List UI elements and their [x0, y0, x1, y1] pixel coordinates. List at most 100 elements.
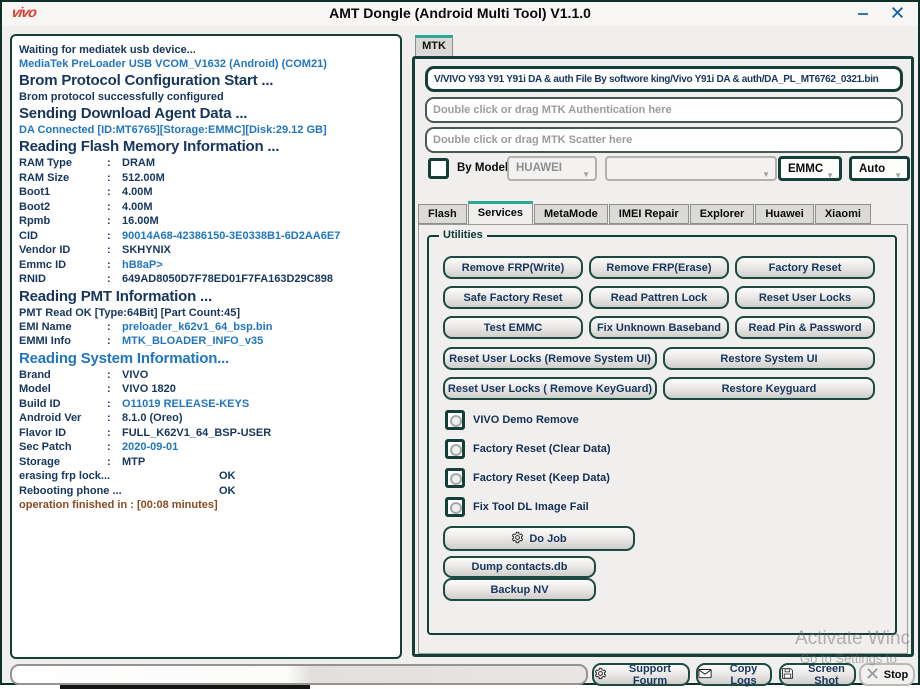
reset-user-locks-remove-keyguard-button[interactable]: Reset User Locks ( Remove KeyGuard) — [443, 377, 657, 400]
close-button[interactable] — [886, 6, 908, 24]
restore-keyguard-button[interactable]: Restore Keyguard — [663, 377, 875, 400]
factory-reset-clear-data-label: Factory Reset (Clear Data) — [473, 443, 611, 455]
log-line: RNID:649AD8050D7F78ED01F7FA163D29C898 — [19, 272, 396, 287]
tab-metamode[interactable]: MetaMode — [534, 204, 608, 224]
log-line: Waiting for mediatek usb device... — [19, 43, 396, 57]
remove-frp-write-button[interactable]: Remove FRP(Write) — [443, 256, 583, 279]
fix-unknown-baseband-button[interactable]: Fix Unknown Baseband — [589, 316, 729, 339]
log-line: RAM Type:DRAM — [19, 156, 396, 171]
log-line: Storage:MTP — [19, 455, 396, 470]
by-model-label: By Model — [457, 162, 508, 174]
remove-frp-erase-button[interactable]: Remove FRP(Erase) — [589, 256, 729, 279]
log-line: EMMI Info:MTK_BLOADER_INFO_v35 — [19, 334, 396, 349]
tab-explorer[interactable]: Explorer — [690, 204, 755, 224]
fix-tool-dl-image-fail-checkbox[interactable] — [445, 497, 465, 517]
test-emmc-button[interactable]: Test EMMC — [443, 316, 583, 339]
tab-strip: Flash Services MetaMode IMEI Repair Expl… — [418, 202, 872, 224]
read-pattern-lock-button[interactable]: Read Pattren Lock — [589, 286, 729, 309]
factory-reset-button[interactable]: Factory Reset — [735, 256, 875, 279]
restore-system-ui-button[interactable]: Restore System UI — [663, 347, 875, 370]
utilities-group-label: Utilities — [439, 229, 487, 241]
log-line: CID:90014A68-42386150-3E0338B1-6D2AA6E7 — [19, 229, 396, 244]
reset-user-locks-button[interactable]: Reset User Locks — [735, 286, 875, 309]
mtk-panel: By Model HUAWEI ▼ ▼ EMMC ▼ Auto ▼ Flash … — [412, 56, 914, 657]
log-line: Model:VIVO 1820 — [19, 382, 396, 397]
chevron-down-icon: ▼ — [826, 166, 834, 186]
mode-select[interactable]: Auto ▼ — [849, 156, 910, 181]
log-line: Rpmb:16.00M — [19, 214, 396, 229]
storage-select[interactable]: EMMC ▼ — [778, 156, 842, 181]
activate-windows-watermark: Activate Winc — [795, 628, 910, 650]
tab-imei-repair[interactable]: IMEI Repair — [609, 204, 689, 224]
log-line: Brand:VIVO — [19, 368, 396, 383]
safe-factory-reset-button[interactable]: Safe Factory Reset — [443, 286, 583, 309]
log-line: Brom Protocol Configuration Start ... — [19, 71, 396, 90]
log-line: RAM Size:512.00M — [19, 171, 396, 186]
tab-mtk[interactable]: MTK — [415, 35, 453, 56]
floppy-disk-icon — [781, 667, 794, 683]
vivo-demo-remove-checkbox[interactable] — [445, 410, 465, 430]
log-line: Boot1:4.00M — [19, 185, 396, 200]
envelope-icon — [698, 667, 712, 682]
log-line: EMI Name:preloader_k62v1_64_bsp.bin — [19, 320, 396, 335]
dump-contacts-button[interactable]: Dump contacts.db — [443, 556, 596, 578]
minimize-icon — [856, 6, 870, 25]
log-line: Android Ver:8.1.0 (Oreo) — [19, 411, 396, 426]
reset-user-locks-remove-systemui-button[interactable]: Reset User Locks (Remove System UI) — [443, 347, 657, 370]
screenshot-button[interactable]: Screen Shot — [779, 663, 856, 686]
app-window: vivo AMT Dongle (Android Multi Tool) V1.… — [0, 0, 920, 685]
backup-nv-button[interactable]: Backup NV — [443, 578, 596, 601]
tab-services[interactable]: Services — [468, 201, 533, 224]
taskbar-edge — [60, 685, 310, 689]
utilities-group: Utilities Remove FRP(Write) Remove FRP(E… — [427, 235, 897, 635]
log-line: Brom protocol successfully configured — [19, 90, 396, 104]
tab-xiaomi[interactable]: Xiaomi — [815, 204, 871, 224]
read-pin-password-button[interactable]: Read Pin & Password — [735, 316, 875, 339]
log-line: DA Connected [ID:MT6765][Storage:EMMC][D… — [19, 123, 396, 137]
minimize-button[interactable] — [852, 6, 874, 24]
log-line: operation finished in : [00:08 minutes] — [19, 498, 396, 512]
fix-tool-dl-image-fail-label: Fix Tool DL Image Fail — [473, 501, 589, 513]
log-line: MediaTek PreLoader USB VCOM_V1632 (Andro… — [19, 57, 396, 71]
tab-flash[interactable]: Flash — [418, 204, 467, 224]
factory-reset-keep-data-label: Factory Reset (Keep Data) — [473, 472, 610, 484]
app-title: AMT Dongle (Android Multi Tool) V1.1.0 — [2, 5, 918, 21]
brand-select[interactable]: HUAWEI ▼ — [507, 156, 597, 181]
log-line: Reading System Information... — [19, 349, 396, 368]
log-line: Sec Patch:2020-09-01 — [19, 440, 396, 455]
log-line: erasing frp lock...OK — [19, 469, 396, 484]
log-line: Vendor ID:SKHYNIX — [19, 243, 396, 258]
factory-reset-clear-data-checkbox[interactable] — [445, 439, 465, 459]
stop-button[interactable]: Stop — [859, 663, 915, 686]
da-file-input[interactable] — [425, 66, 903, 92]
log-line: Build ID:O11019 RELEASE-KEYS — [19, 397, 396, 412]
log-line: PMT Read OK [Type:64Bit] [Part Count:45] — [19, 306, 396, 320]
scatter-file-input[interactable] — [425, 127, 903, 153]
log-line: Emmc ID:hB8aP> — [19, 258, 396, 273]
title-bar: vivo AMT Dongle (Android Multi Tool) V1.… — [2, 2, 918, 26]
log-line: Rebooting phone ...OK — [19, 484, 396, 499]
log-line: Flavor ID:FULL_K62V1_64_BSP-USER — [19, 426, 396, 441]
services-tab-content: Utilities Remove FRP(Write) Remove FRP(E… — [418, 224, 908, 654]
chevron-down-icon: ▼ — [762, 165, 770, 185]
model-select[interactable]: ▼ — [605, 156, 777, 181]
x-icon — [866, 667, 879, 683]
log-line: Boot2:4.00M — [19, 200, 396, 215]
support-forum-button[interactable]: Support Fourm — [592, 663, 690, 686]
log-line: Sending Download Agent Data ... — [19, 104, 396, 123]
progress-bar — [10, 664, 588, 685]
auth-file-input[interactable] — [425, 97, 903, 123]
log-panel: Waiting for mediatek usb device... Media… — [10, 34, 402, 659]
log-line: Reading PMT Information ... — [19, 287, 396, 306]
log-line: Reading Flash Memory Information ... — [19, 137, 396, 156]
by-model-checkbox[interactable] — [428, 158, 449, 179]
tab-huawei[interactable]: Huawei — [755, 204, 814, 224]
factory-reset-keep-data-checkbox[interactable] — [445, 468, 465, 488]
do-job-button[interactable]: Do Job — [443, 526, 635, 551]
gear-icon — [511, 531, 524, 547]
gear-icon — [594, 667, 607, 683]
close-icon — [890, 5, 905, 25]
copy-logs-button[interactable]: Copy Logs — [696, 663, 772, 686]
chevron-down-icon: ▼ — [894, 166, 902, 186]
vivo-demo-remove-label: VIVO Demo Remove — [473, 414, 579, 426]
